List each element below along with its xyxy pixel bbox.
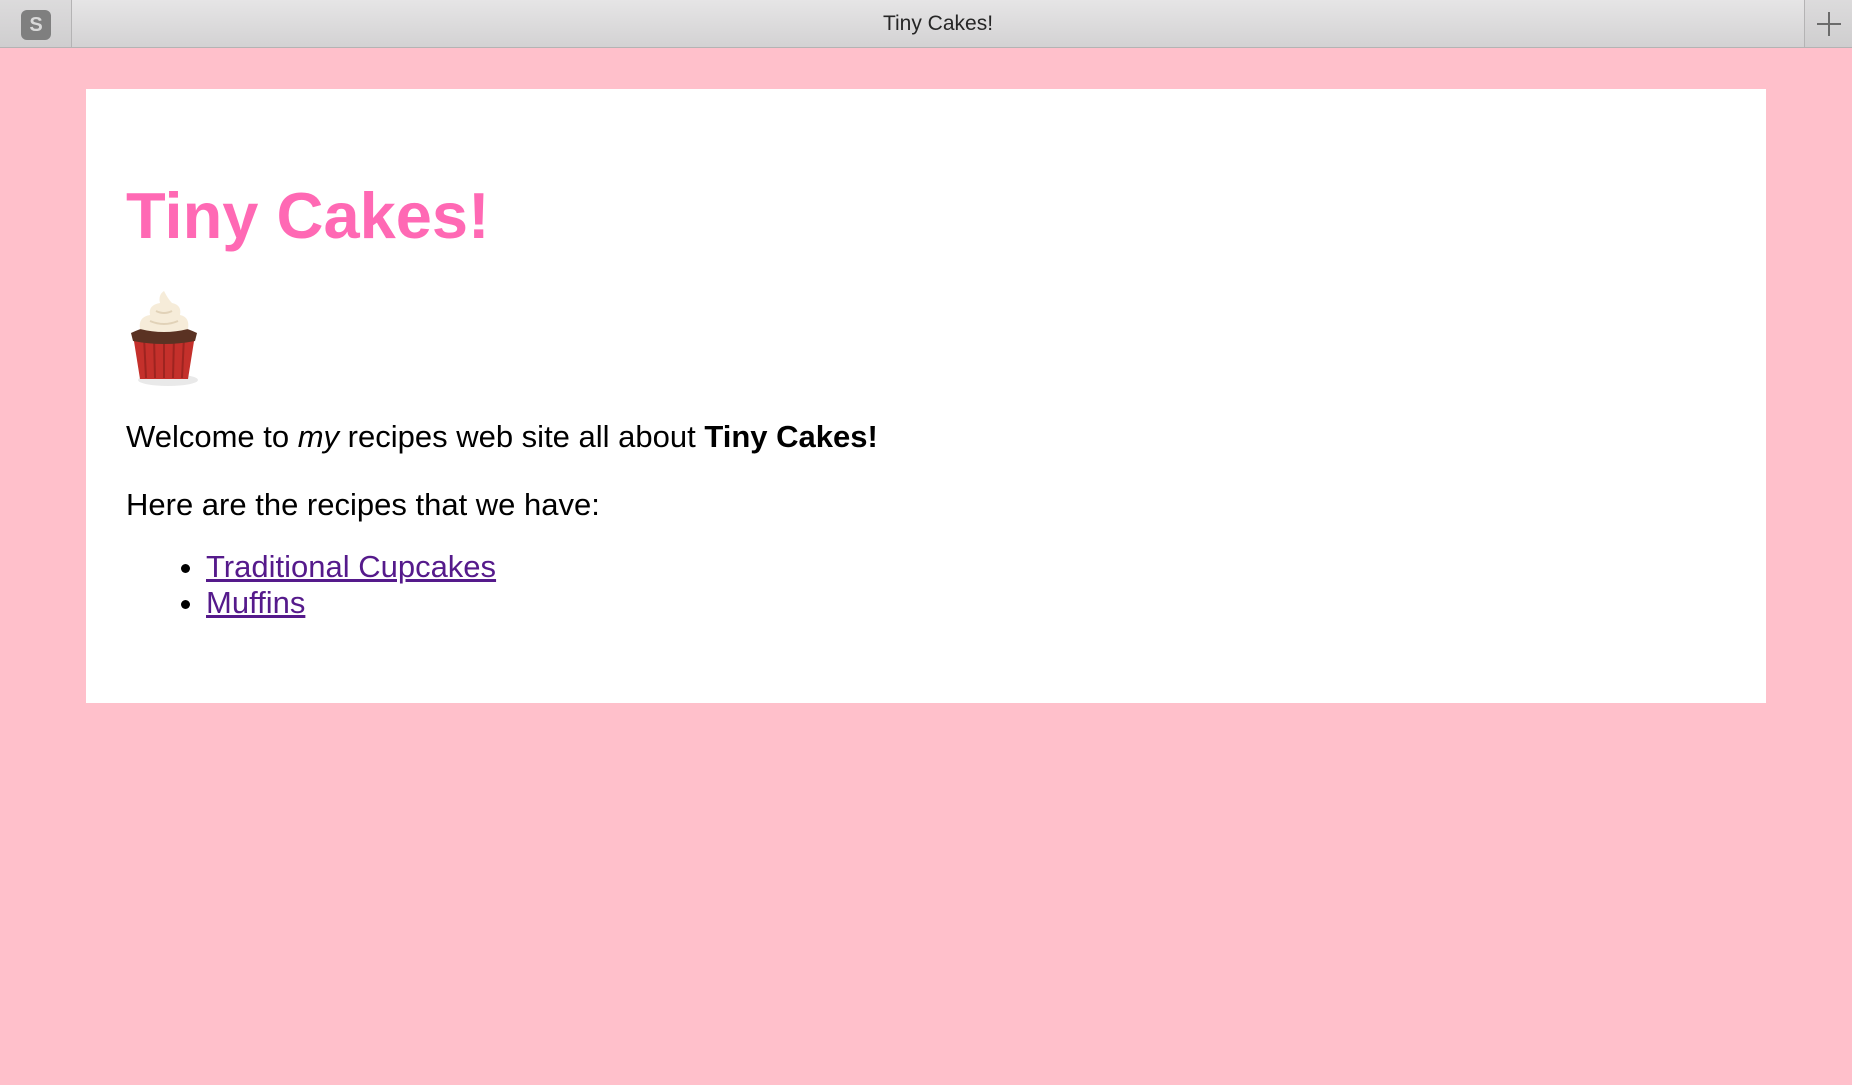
welcome-strong: Tiny Cakes! [704,419,878,454]
cupcake-icon [131,291,198,386]
recipes-lead-text: Here are the recipes that we have: [126,487,600,522]
browser-tab-bar: S Tiny Cakes! [0,0,1852,48]
new-tab-button[interactable] [1804,0,1852,47]
recipe-link-traditional-cupcakes[interactable]: Traditional Cupcakes [206,549,496,584]
plus-icon [1817,12,1841,36]
content-card: Tiny Cakes! Welcome to my recipes web si… [86,89,1766,703]
welcome-text-middle: recipes web site all about [339,419,705,454]
list-item: Traditional Cupcakes [206,549,496,585]
list-item: Muffins [206,585,496,621]
tab-title[interactable]: Tiny Cakes! [72,0,1804,47]
sidebar-button[interactable]: S [0,0,72,47]
welcome-text-start: Welcome to [126,419,298,454]
welcome-text: Welcome to my recipes web site all about… [126,415,878,459]
welcome-emphasis: my [297,419,340,454]
recipe-link-muffins[interactable]: Muffins [206,585,305,620]
page-title: Tiny Cakes! [126,179,490,252]
recipe-list: Traditional Cupcakes Muffins [126,549,496,621]
s-app-icon: S [21,10,51,40]
